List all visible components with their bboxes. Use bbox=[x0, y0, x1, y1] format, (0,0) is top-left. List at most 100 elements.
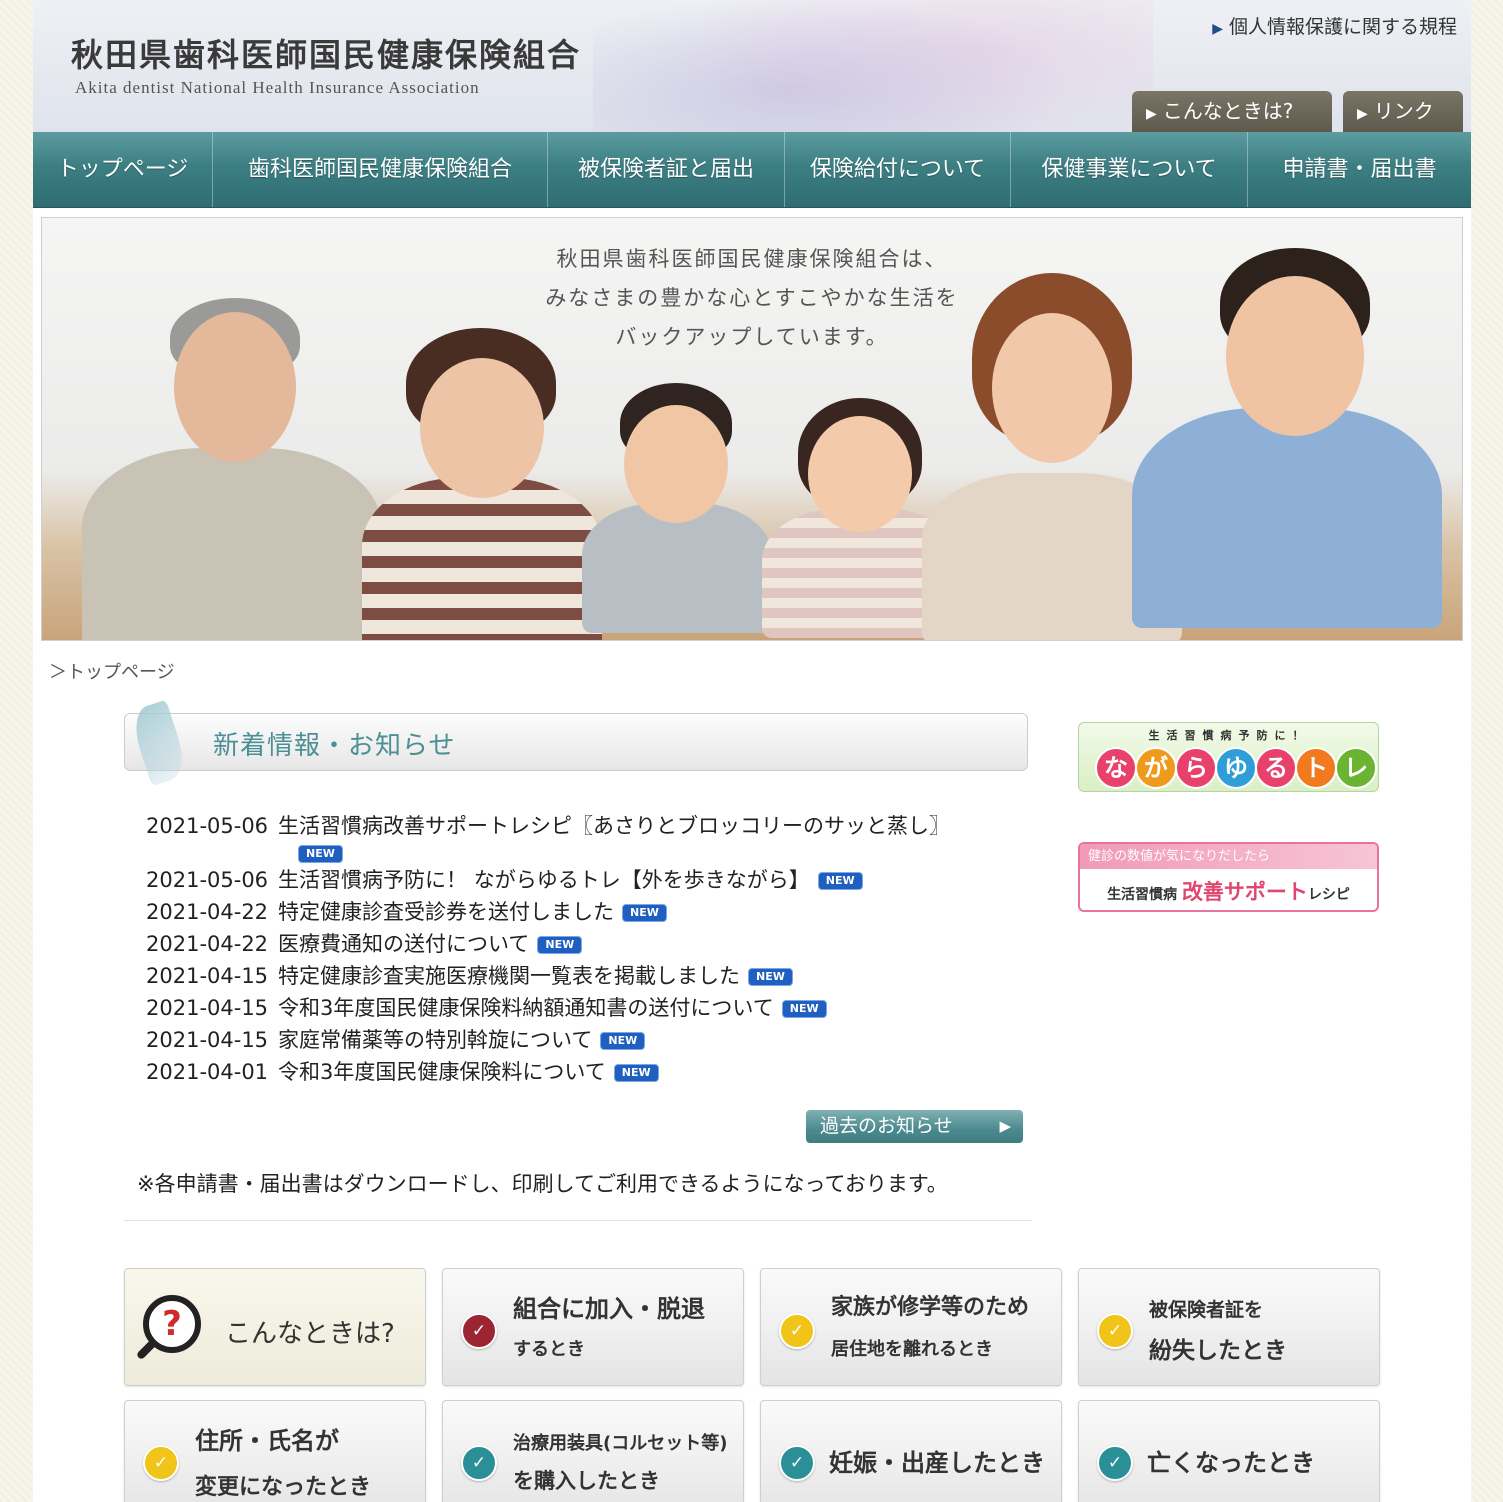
news-date: 2021-04-15 bbox=[146, 996, 269, 1020]
new-badge: NEW bbox=[537, 936, 583, 954]
situation-family-line1: 家族が修学等のため bbox=[831, 1295, 1030, 1320]
news-list: 2021-05-06 生活習慣病改善サポートレシピ〖あさりとブロッコリーのサッと蒸… bbox=[146, 810, 1026, 1088]
news-date: 2021-04-22 bbox=[146, 932, 269, 956]
news-item[interactable]: 2021-05-06 生活習慣病改善サポートレシピ〖あさりとブロッコリーのサッと蒸… bbox=[146, 810, 1026, 842]
situation-death-label: 亡くなったとき bbox=[1147, 1449, 1315, 1477]
situation-when-label: こんなときは? bbox=[225, 1319, 395, 1349]
news-date: 2021-04-22 bbox=[146, 900, 269, 924]
nagara-char: な bbox=[1095, 747, 1137, 789]
situation-family-study-button[interactable]: ✓ 家族が修学等のため 居住地を離れるとき bbox=[760, 1268, 1062, 1386]
page: 秋田県歯科医師国民健康保険組合 Akita dentist National H… bbox=[33, 0, 1471, 1502]
nav-top[interactable]: トップページ bbox=[33, 132, 213, 207]
new-badge: NEW bbox=[781, 1000, 827, 1018]
nagara-subtitle: 生活習慣病予防に！ bbox=[1148, 729, 1311, 742]
nav-insurance-card[interactable]: 被保険者証と届出 bbox=[548, 132, 785, 207]
news-link[interactable]: 家庭常備薬等の特別斡旋について bbox=[278, 1028, 592, 1052]
news-link[interactable]: 医療費通知の送付について bbox=[278, 932, 529, 956]
divider bbox=[124, 1220, 1032, 1221]
situation-lost-line1: 被保険者証を bbox=[1149, 1299, 1264, 1321]
news-date: 2021-04-15 bbox=[146, 1028, 269, 1052]
news-link[interactable]: 生活習慣病改善サポートレシピ〖あさりとブロッコリーのサッと蒸し〗 bbox=[278, 814, 950, 838]
news-date: 2021-04-15 bbox=[146, 964, 269, 988]
news-link[interactable]: 令和3年度国民健康保険料納額通知書の送付について bbox=[278, 996, 774, 1020]
recipe-banner-big: 改善サポート bbox=[1181, 879, 1308, 904]
situation-join-line1: 組合に加入・脱退 bbox=[513, 1295, 705, 1323]
news-item[interactable]: 2021-04-22 医療費通知の送付について NEW bbox=[146, 928, 1026, 960]
nagara-char: ト bbox=[1295, 747, 1337, 789]
situation-address-change-button[interactable]: ✓ 住所・氏名が 変更になったとき bbox=[124, 1400, 426, 1502]
situation-join-leave-button[interactable]: ✓ 組合に加入・脱退 するとき bbox=[442, 1268, 744, 1386]
news-section-title: 新着情報・お知らせ bbox=[213, 731, 456, 761]
privacy-policy-label: 個人情報保護に関する規程 bbox=[1228, 16, 1457, 38]
nagara-char: レ bbox=[1335, 747, 1377, 789]
tab-when-label: こんなときは? bbox=[1162, 99, 1294, 123]
news-link[interactable]: 生活習慣病予防に！ ながらゆるトレ【外を歩きながら】 bbox=[278, 868, 810, 892]
download-notice: ※各申請書・届出書はダウンロードし、印刷してご利用できるようになっております。 bbox=[137, 1172, 948, 1196]
check-icon: ✓ bbox=[143, 1445, 179, 1481]
situation-death-button[interactable]: ✓ 亡くなったとき bbox=[1078, 1400, 1380, 1502]
check-icon: ✓ bbox=[779, 1445, 815, 1481]
nagara-char: る bbox=[1255, 747, 1297, 789]
news-section-header: 新着情報・お知らせ bbox=[124, 699, 1028, 787]
news-link[interactable]: 特定健康診査受診券を送付しました bbox=[278, 900, 614, 924]
situation-birth-button[interactable]: ✓ 妊娠・出産したとき bbox=[760, 1400, 1062, 1502]
situation-device-line1: 治療用装具(コルセット等) bbox=[513, 1433, 728, 1454]
triangle-right-icon: ▶ bbox=[1146, 106, 1157, 122]
news-date: 2021-04-01 bbox=[146, 1060, 269, 1084]
main-nav: トップページ 歯科医師国民健康保険組合 被保険者証と届出 保険給付について 保健… bbox=[33, 132, 1471, 208]
breadcrumb: ＞トップページ bbox=[49, 662, 175, 683]
situation-address-line2: 変更になったとき bbox=[195, 1475, 372, 1500]
news-item-badge-line: NEW bbox=[146, 842, 1026, 864]
triangle-right-icon: ▶ bbox=[999, 1117, 1011, 1135]
news-link[interactable]: 特定健康診査実施医療機関一覧表を掲載しました bbox=[278, 964, 740, 988]
new-badge: NEW bbox=[298, 845, 343, 863]
situation-when-button[interactable]: ? こんなときは? bbox=[124, 1268, 426, 1386]
news-date: 2021-05-06 bbox=[146, 814, 269, 838]
situation-join-line2: するとき bbox=[513, 1339, 585, 1360]
recipe-banner-post: レシピ bbox=[1307, 887, 1350, 903]
nagara-char: ら bbox=[1175, 747, 1217, 789]
nav-association[interactable]: 歯科医師国民健康保険組合 bbox=[213, 132, 548, 207]
situation-card-lost-button[interactable]: ✓ 被保険者証を 紛失したとき bbox=[1078, 1268, 1380, 1386]
nav-benefits[interactable]: 保険給付について bbox=[785, 132, 1011, 207]
triangle-right-icon: ▶ bbox=[1212, 21, 1223, 37]
situation-address-line1: 住所・氏名が bbox=[195, 1427, 339, 1455]
check-icon: ✓ bbox=[1097, 1313, 1133, 1349]
site-logo-english: Akita dentist National Health Insurance … bbox=[75, 78, 480, 97]
nagara-yurutore-banner[interactable]: 生活習慣病予防に！ な が ら ゆ る ト レ bbox=[1078, 722, 1379, 792]
nav-forms[interactable]: 申請書・届出書 bbox=[1248, 132, 1471, 207]
news-item[interactable]: 2021-04-15 令和3年度国民健康保険料納額通知書の送付について NEW bbox=[146, 992, 1026, 1024]
past-news-label: 過去のお知らせ bbox=[820, 1115, 953, 1137]
news-item[interactable]: 2021-05-06 生活習慣病予防に！ ながらゆるトレ【外を歩きながら】 NEW bbox=[146, 864, 1026, 896]
news-date: 2021-05-06 bbox=[146, 868, 269, 892]
site-header: 秋田県歯科医師国民健康保険組合 Akita dentist National H… bbox=[33, 0, 1471, 132]
check-icon: ✓ bbox=[779, 1313, 815, 1349]
hero-banner: 秋田県歯科医師国民健康保険組合は、 みなさまの豊かな心とすこやかな生活を バック… bbox=[41, 217, 1463, 641]
news-link[interactable]: 令和3年度国民健康保険料について bbox=[278, 1060, 606, 1084]
nagara-char: ゆ bbox=[1215, 747, 1257, 789]
tab-when[interactable]: ▶ こんなときは? bbox=[1132, 91, 1332, 132]
news-item[interactable]: 2021-04-01 令和3年度国民健康保険料について NEW bbox=[146, 1056, 1026, 1088]
new-badge: NEW bbox=[600, 1032, 646, 1050]
nav-health-services[interactable]: 保健事業について bbox=[1011, 132, 1248, 207]
situation-family-line2: 居住地を離れるとき bbox=[831, 1339, 993, 1360]
site-logo-japanese[interactable]: 秋田県歯科医師国民健康保険組合 bbox=[71, 30, 581, 76]
check-icon: ✓ bbox=[1097, 1445, 1133, 1481]
feather-decoration bbox=[593, 0, 1153, 132]
situation-birth-label: 妊娠・出産したとき bbox=[829, 1449, 1045, 1477]
tab-link[interactable]: ▶ リンク bbox=[1343, 91, 1463, 132]
situation-medical-device-button[interactable]: ✓ 治療用装具(コルセット等) を購入したとき bbox=[442, 1400, 744, 1502]
news-item[interactable]: 2021-04-22 特定健康診査受診券を送付しました NEW bbox=[146, 896, 1026, 928]
past-news-button[interactable]: 過去のお知らせ ▶ bbox=[806, 1110, 1023, 1143]
nagara-char: が bbox=[1135, 747, 1177, 789]
check-icon: ✓ bbox=[461, 1445, 497, 1481]
news-item[interactable]: 2021-04-15 家庭常備薬等の特別斡旋について NEW bbox=[146, 1024, 1026, 1056]
recipe-banner-tagline: 健診の数値が気になりだしたら bbox=[1080, 844, 1377, 869]
tab-link-label: リンク bbox=[1373, 99, 1434, 123]
improvement-recipe-banner[interactable]: 健診の数値が気になりだしたら 生活習慣病 改善サポートレシピ bbox=[1078, 842, 1379, 912]
new-badge: NEW bbox=[622, 904, 667, 922]
situation-lost-line2: 紛失したとき bbox=[1149, 1338, 1287, 1364]
situation-device-line2: を購入したとき bbox=[513, 1469, 660, 1493]
news-item[interactable]: 2021-04-15 特定健康診査実施医療機関一覧表を掲載しました NEW bbox=[146, 960, 1026, 992]
privacy-policy-link[interactable]: ▶ 個人情報保護に関する規程 bbox=[1212, 12, 1457, 39]
